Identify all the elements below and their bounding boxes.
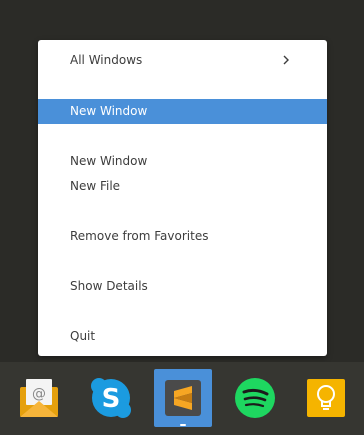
svg-text:@: @	[32, 386, 46, 402]
menu-item-new-window[interactable]: New Window	[38, 149, 327, 174]
menu-item-remove-favorites[interactable]: Remove from Favorites	[38, 224, 327, 249]
mail-icon: @	[20, 379, 58, 417]
menu-item-new-file[interactable]: New File	[38, 174, 327, 199]
dock-item-spotify[interactable]	[226, 369, 284, 427]
skype-icon: S	[91, 378, 131, 418]
menu-item-quit-label: Quit	[70, 329, 96, 343]
menu-item-show-details-label: Show Details	[70, 279, 148, 293]
menu-item-new-file-label: New File	[70, 179, 121, 193]
sublime-text-icon	[165, 380, 201, 416]
dock-item-mail[interactable]: @	[10, 369, 68, 427]
menu-item-quit[interactable]: Quit	[38, 324, 327, 349]
running-indicator	[180, 424, 186, 426]
chevron-right-icon	[283, 55, 289, 65]
menu-item-all-windows[interactable]: All Windows	[38, 48, 327, 73]
svg-text:S: S	[102, 384, 121, 414]
menu-item-remove-favorites-label: Remove from Favorites	[70, 229, 209, 243]
spotify-icon	[235, 378, 275, 418]
menu-item-new-window-highlighted-label: New Window	[70, 104, 148, 118]
menu-item-all-windows-label: All Windows	[70, 53, 143, 67]
app-context-menu: All Windows New Window New Window New Fi…	[38, 40, 327, 356]
dock-item-lightbulb[interactable]	[298, 369, 356, 427]
dock-item-sublime-text[interactable]	[154, 369, 212, 427]
menu-item-new-window-highlighted[interactable]: New Window	[38, 99, 327, 124]
dock-item-skype[interactable]: S	[82, 369, 140, 427]
menu-item-show-details[interactable]: Show Details	[38, 274, 327, 299]
menu-item-new-window-label: New Window	[70, 154, 148, 168]
lightbulb-icon	[307, 379, 345, 417]
